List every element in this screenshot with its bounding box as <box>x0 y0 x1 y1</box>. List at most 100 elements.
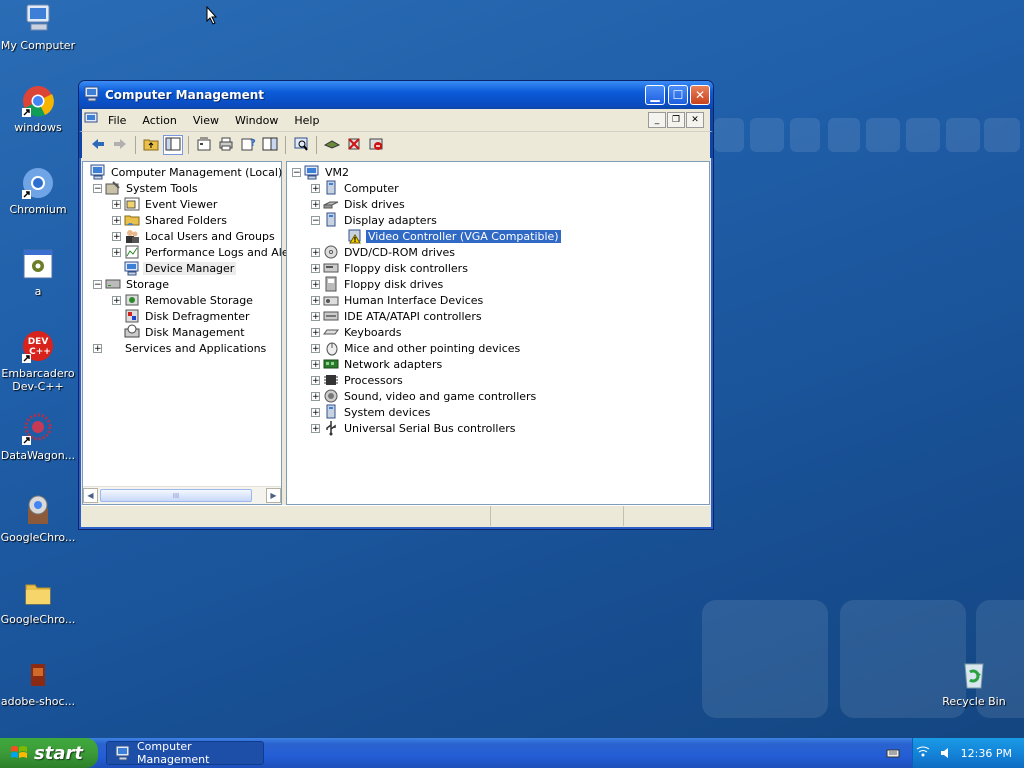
mdi-close-button[interactable]: ✕ <box>686 112 704 128</box>
expand-toggle[interactable]: + <box>112 199 121 209</box>
tree-item[interactable]: − Display adapters <box>287 212 709 228</box>
expand-toggle[interactable]: + <box>311 199 320 209</box>
collapse-toggle[interactable]: − <box>311 215 320 225</box>
up-one-level-button[interactable] <box>141 135 161 155</box>
tree-item[interactable]: − System Tools <box>83 180 281 196</box>
show-hide-action-pane-button[interactable] <box>260 135 280 155</box>
desktop-icon-devcpp[interactable]: DEV C++ Embarcadero Dev-C++ <box>0 330 76 393</box>
tree-item[interactable]: + Shared Folders <box>83 212 281 228</box>
window-titlebar[interactable]: Computer Management ▁ ☐ ✕ <box>79 81 713 109</box>
desktop-icon-googlechrome-folder[interactable]: GoogleChro... <box>0 576 76 626</box>
desktop-icon-a[interactable]: a <box>0 248 76 298</box>
collapse-toggle[interactable]: − <box>93 279 102 289</box>
tree-item[interactable]: + Floppy disk controllers <box>287 260 709 276</box>
expand-toggle[interactable]: + <box>112 231 121 241</box>
expand-toggle[interactable]: + <box>311 311 320 321</box>
scroll-left-button[interactable]: ◀ <box>83 488 98 503</box>
mdi-restore-button[interactable]: ❐ <box>667 112 685 128</box>
tree-item[interactable]: Disk Defragmenter <box>83 308 281 324</box>
scan-hardware-button[interactable] <box>291 135 311 155</box>
menu-window[interactable]: Window <box>227 114 286 127</box>
maximize-button[interactable]: ☐ <box>668 85 688 105</box>
menu-action[interactable]: Action <box>134 114 184 127</box>
tree-item[interactable]: + Sound, video and game controllers <box>287 388 709 404</box>
print-button[interactable] <box>216 135 236 155</box>
tree-item[interactable]: + Processors <box>287 372 709 388</box>
desktop-icon-windows[interactable]: windows <box>0 84 76 134</box>
tree-item[interactable]: + DVD/CD-ROM drives <box>287 244 709 260</box>
tree-item[interactable]: + Mice and other pointing devices <box>287 340 709 356</box>
expand-toggle[interactable]: + <box>311 391 320 401</box>
expand-toggle[interactable]: + <box>311 295 320 305</box>
expand-toggle[interactable]: + <box>311 279 320 289</box>
tree-item[interactable]: + Event Viewer <box>83 196 281 212</box>
expand-toggle[interactable]: + <box>112 247 121 257</box>
tree-item[interactable]: + Network adapters <box>287 356 709 372</box>
tree-item[interactable]: + Universal Serial Bus controllers <box>287 420 709 436</box>
expand-toggle[interactable]: + <box>112 295 121 305</box>
desktop-icon-my-computer[interactable]: My Computer <box>0 2 76 52</box>
horizontal-scrollbar[interactable]: ◀ III ▶ <box>83 486 281 504</box>
expand-toggle[interactable]: + <box>112 215 121 225</box>
tree-item[interactable]: + Computer <box>287 180 709 196</box>
menu-view[interactable]: View <box>185 114 227 127</box>
tree-item-vm2[interactable]: − VM2 <box>287 164 709 180</box>
mdi-minimize-button[interactable]: _ <box>648 112 666 128</box>
tree-item[interactable]: Device Manager <box>83 260 281 276</box>
expand-toggle[interactable]: + <box>311 327 320 337</box>
back-button[interactable] <box>88 135 108 155</box>
tree-item[interactable]: + IDE ATA/ATAPI controllers <box>287 308 709 324</box>
expand-toggle[interactable]: + <box>311 423 320 433</box>
desktop-icon-chromium[interactable]: Chromium <box>0 166 76 216</box>
expand-toggle[interactable]: + <box>93 343 102 353</box>
expand-toggle[interactable]: + <box>311 407 320 417</box>
minimize-button[interactable]: ▁ <box>645 85 665 105</box>
tree-item[interactable]: + Services and Applications <box>83 340 281 356</box>
taskbar-button-computer-management[interactable]: Computer Management <box>106 740 264 766</box>
speaker-tray-icon[interactable] <box>939 746 953 760</box>
disable-device-button[interactable] <box>366 135 386 155</box>
scroll-thumb[interactable]: III <box>100 489 252 502</box>
tree-item[interactable]: + System devices <box>287 404 709 420</box>
tree-item[interactable]: Disk Management <box>83 324 281 340</box>
desktop-icon-recycle-bin[interactable]: Recycle Bin <box>936 658 1012 708</box>
tree-item[interactable]: Computer Management (Local) <box>83 164 282 180</box>
desktop-icon-googlechrome-installer[interactable]: GoogleChro... <box>0 494 76 544</box>
collapse-toggle[interactable]: − <box>93 183 102 193</box>
desktop-icon-datawagon[interactable]: DataWagon... <box>0 412 76 462</box>
help-button[interactable]: ? <box>238 135 258 155</box>
close-button[interactable]: ✕ <box>690 85 710 105</box>
tree-item[interactable]: + Local Users and Groups <box>83 228 281 244</box>
forward-button[interactable] <box>110 135 130 155</box>
tree-item[interactable]: + Keyboards <box>287 324 709 340</box>
menu-file[interactable]: File <box>100 114 134 127</box>
expand-toggle[interactable]: + <box>311 183 320 193</box>
scroll-right-button[interactable]: ▶ <box>266 488 281 503</box>
expand-toggle[interactable]: + <box>311 359 320 369</box>
mmc-icon[interactable] <box>84 111 100 130</box>
collapse-toggle[interactable]: − <box>292 167 301 177</box>
start-button[interactable]: start <box>0 738 98 768</box>
expand-toggle[interactable]: + <box>311 375 320 385</box>
update-driver-button[interactable] <box>322 135 342 155</box>
keyboard-layout-icon[interactable] <box>886 746 900 763</box>
back-arrow-icon <box>90 136 106 155</box>
tree-item[interactable]: + Performance Logs and Alerts <box>83 244 303 260</box>
desktop-icon-adobe-shockwave[interactable]: adobe-shoc... <box>0 658 76 708</box>
expand-toggle[interactable]: + <box>311 263 320 273</box>
tree-item-selected[interactable]: ! Video Controller (VGA Compatible) <box>287 228 709 244</box>
clock[interactable]: 12:36 PM <box>961 747 1012 760</box>
tree-item[interactable]: − Storage <box>83 276 281 292</box>
tree-item[interactable]: + Floppy disk drives <box>287 276 709 292</box>
tree-item-label: VM2 <box>325 165 350 179</box>
tree-item[interactable]: + Disk drives <box>287 196 709 212</box>
network-status-icon[interactable] <box>915 745 931 761</box>
expand-toggle[interactable]: + <box>311 247 320 257</box>
tree-item[interactable]: + Human Interface Devices <box>287 292 709 308</box>
menu-help[interactable]: Help <box>286 114 327 127</box>
expand-toggle[interactable]: + <box>311 343 320 353</box>
show-hide-console-tree-button[interactable] <box>163 135 183 155</box>
uninstall-button[interactable] <box>344 135 364 155</box>
tree-item[interactable]: + Removable Storage <box>83 292 281 308</box>
properties-button[interactable] <box>194 135 214 155</box>
